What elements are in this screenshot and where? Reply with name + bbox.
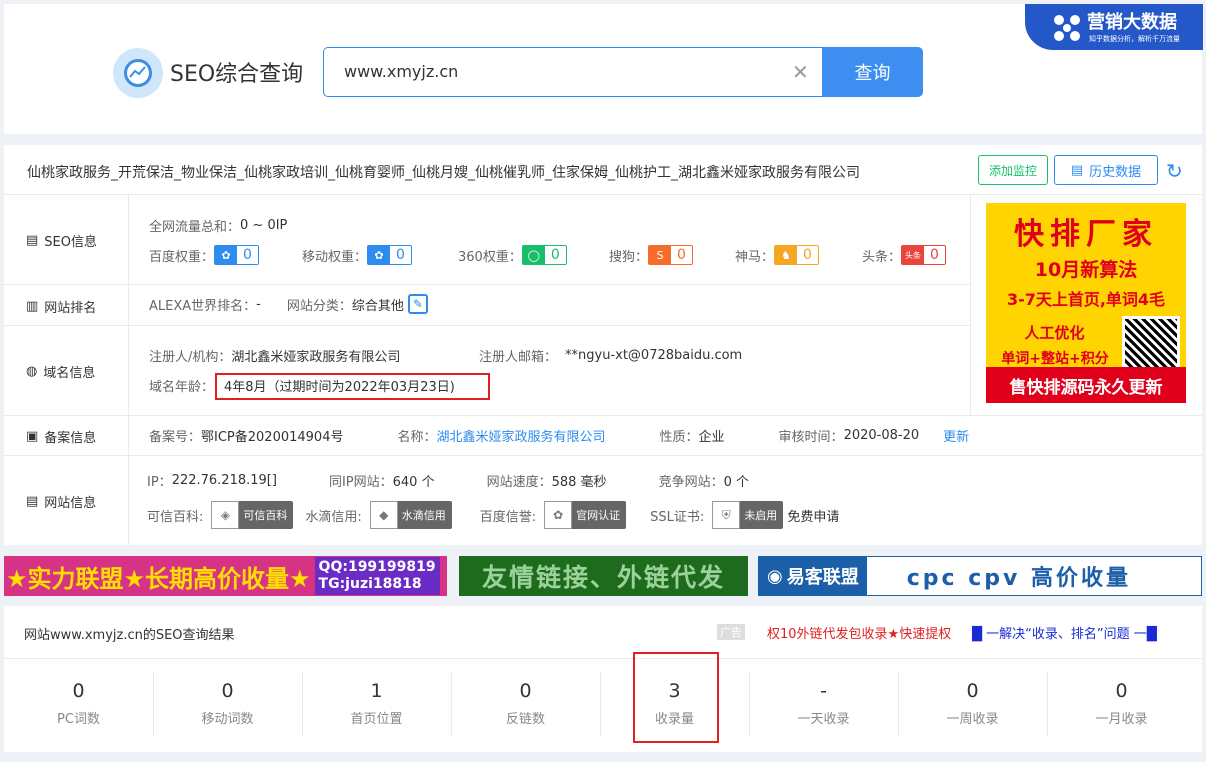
seo-info-label: ▤ SEO信息 <box>26 233 97 250</box>
weight-shenma[interactable]: 神马： ♞ 0 <box>735 245 819 265</box>
stat-week-indexed[interactable]: 0 一周收录 <box>898 658 1047 752</box>
baidu-paw-icon: ✿ <box>368 246 391 264</box>
shield-icon: ◈ <box>211 501 240 529</box>
email-row: 注册人邮箱： **ngyu-xt@0728baidu.com <box>479 348 743 365</box>
ad-banner-yike[interactable]: ◉ 易客联盟 cpc cpv 高价收量 <box>758 556 1202 596</box>
baidu-cert-badge[interactable]: ✿ 官网认证 <box>544 501 627 529</box>
molecule-icon <box>1054 15 1080 41</box>
page-title: SEO综合查询 <box>170 62 304 87</box>
free-apply-link[interactable]: 免费申请 <box>787 506 839 525</box>
divider <box>4 284 970 285</box>
stat-home-position[interactable]: 1 首页位置 <box>302 658 451 752</box>
shenma-icon: ♞ <box>775 246 798 264</box>
highlight-box <box>215 373 490 400</box>
ad-line: 快排厂家 <box>1014 217 1158 252</box>
yike-logo-icon: ◉ <box>767 565 783 587</box>
banner-tg: TG:juzi18818 <box>318 576 422 592</box>
stat-month-indexed[interactable]: 0 一月收录 <box>1047 658 1196 752</box>
stat-mobile-words[interactable]: 0 移动词数 <box>153 658 302 752</box>
ranking-row: ALEXA世界排名： - 网站分类： 综合其他 ✎ <box>149 294 428 314</box>
ad-link-outlinks[interactable]: 权10外链代发包收录★快速提权 <box>767 623 951 642</box>
clear-icon[interactable]: ✕ <box>792 60 809 84</box>
seo-logo-icon <box>113 48 163 98</box>
traffic-row: 全网流量总和： 0 ~ 0IP <box>149 218 288 235</box>
list-icon: ▤ <box>26 494 39 509</box>
ranking-label: ▥ 网站排名 <box>26 299 97 316</box>
ad-line: 单词+整站+积分 <box>1001 351 1109 367</box>
search-input-value[interactable]: www.xmyjz.cn <box>344 62 458 81</box>
search-button[interactable]: 查询 <box>822 47 923 97</box>
brand-corner-badge[interactable]: 营销大数据 知乎数据分析，解析千万流量 <box>1025 4 1203 50</box>
ad-line: 3-7天上首页,单词4毛 <box>1006 290 1166 309</box>
icp-company-link[interactable]: 湖北鑫米娅家政服务有限公司 <box>437 426 606 445</box>
water-drop-icon: ◆ <box>369 501 398 529</box>
toutiao-icon: 头条 <box>902 246 925 264</box>
ad-tag: 广告 <box>717 624 745 640</box>
ad-line: 人工优化 <box>1024 324 1085 342</box>
refresh-icon[interactable]: ↻ <box>1166 159 1183 183</box>
ad-line: 10月新算法 <box>1034 259 1138 281</box>
search-input[interactable]: www.xmyjz.cn ✕ <box>323 47 823 97</box>
stat-pc-words[interactable]: 0 PC词数 <box>4 658 153 752</box>
weight-sogou[interactable]: 搜狗： S0 <box>609 245 693 265</box>
website-stats-row: IP： 222.76.218.19[] 同IP网站： 640 个 网站速度： 588 … <box>147 473 749 490</box>
icp-row: 备案号： 鄂ICP备2020014904号 名称： 湖北鑫米娅家政服务有限公司 性质… <box>149 426 970 445</box>
banner-text: ★实力联盟★长期高价收量★ <box>6 564 311 593</box>
ad-line: 售快排源码永久更新 <box>986 367 1186 403</box>
banner-qq: QQ:199199819 <box>318 559 436 575</box>
fast-rank-ad[interactable]: 快排厂家 10月新算法 3-7天上首页,单词4毛 人工优化 单词+整站+积分 售… <box>986 203 1186 403</box>
registrant-row: 注册人/机构： 湖北鑫米娅家政服务有限公司 <box>149 350 401 365</box>
document-icon: ▤ <box>26 233 39 248</box>
ad-link-ranking[interactable]: █ 一解决“收录、排名”问题 一█ <box>972 623 1157 642</box>
site-info-panel: 仙桃家政服务_开荒保洁_物业保洁_仙桃家政培训_仙桃育婴师_仙桃月嫂_仙桃催乳师… <box>4 145 1202 545</box>
baidu-paw-icon: ✿ <box>215 246 238 264</box>
weight-mobile[interactable]: 移动权重： ✿ 0 <box>302 245 412 265</box>
icp-info-label: ▣ 备案信息 <box>26 429 97 446</box>
weight-baidu[interactable]: 百度权重： ✿ 0 <box>149 245 259 265</box>
divider <box>4 415 1202 416</box>
sogou-icon: S <box>649 246 672 264</box>
edit-icon[interactable]: ✎ <box>407 294 428 314</box>
360-icon: ◯ <box>522 246 545 264</box>
banner-text: 友情链接、外链代发 <box>481 563 725 592</box>
ssl-badge[interactable]: ⛨ 未启用 <box>712 501 784 529</box>
ad-banner-alliance[interactable]: ★实力联盟★长期高价收量★ QQ:199199819 TG:juzi18818 <box>4 556 447 596</box>
add-monitor-button[interactable]: 添加监控 <box>978 155 1048 185</box>
ssl-shield-icon: ⛨ <box>712 501 741 529</box>
divider <box>128 194 129 545</box>
seo-results-panel: 网站www.xmyjz.cn的SEO查询结果 广告 权10外链代发包收录★快速提… <box>4 606 1202 752</box>
divider <box>970 194 971 416</box>
divider <box>4 325 970 326</box>
weight-toutiao[interactable]: 头条： 头条 0 <box>862 245 946 265</box>
brand-title: 营销大数据 <box>1087 12 1177 33</box>
domain-info-label: ◍ 域名信息 <box>26 364 96 381</box>
chart-magnifier-icon <box>124 59 152 87</box>
kexin-badge[interactable]: ◈ 可信百科 <box>211 501 294 529</box>
bar-chart-icon: ▥ <box>26 299 39 314</box>
baidu-paw-icon: ✿ <box>544 501 573 529</box>
credit-row: 可信百科: ◈ 可信百科 水滴信用: ◆ 水滴信用 百度信誉: ✿ 官网认证 SSL证… <box>147 501 839 529</box>
history-data-button[interactable]: ▤ 历史数据 <box>1054 155 1158 185</box>
website-info-label: ▤ 网站信息 <box>26 494 97 511</box>
www-globe-icon: ◍ <box>26 364 38 379</box>
history-icon: ▤ <box>1070 162 1084 178</box>
banner-text: cpc cpv 高价收量 <box>906 566 1131 591</box>
weight-360[interactable]: 360权重： ◯ 0 <box>458 245 567 265</box>
divider <box>4 194 1202 195</box>
update-link[interactable]: 更新 <box>943 426 969 445</box>
highlight-box <box>633 652 719 743</box>
site-title: 仙桃家政服务_开荒保洁_物业保洁_仙桃家政培训_仙桃育婴师_仙桃月嫂_仙桃催乳师… <box>27 165 860 181</box>
divider <box>4 455 1202 456</box>
results-title: 网站www.xmyjz.cn的SEO查询结果 <box>24 628 235 643</box>
brand-subtitle: 知乎数据分析，解析千万流量 <box>1089 35 1180 43</box>
stat-backlinks[interactable]: 0 反链数 <box>451 658 600 752</box>
shuidi-badge[interactable]: ◆ 水滴信用 <box>369 501 452 529</box>
ad-banner-links[interactable]: 友情链接、外链代发 <box>459 556 748 596</box>
qr-code-icon <box>1122 316 1180 374</box>
id-card-icon: ▣ <box>26 429 39 444</box>
history-data-label: 历史数据 <box>1089 164 1142 180</box>
stat-day-indexed[interactable]: - 一天收录 <box>749 658 898 752</box>
